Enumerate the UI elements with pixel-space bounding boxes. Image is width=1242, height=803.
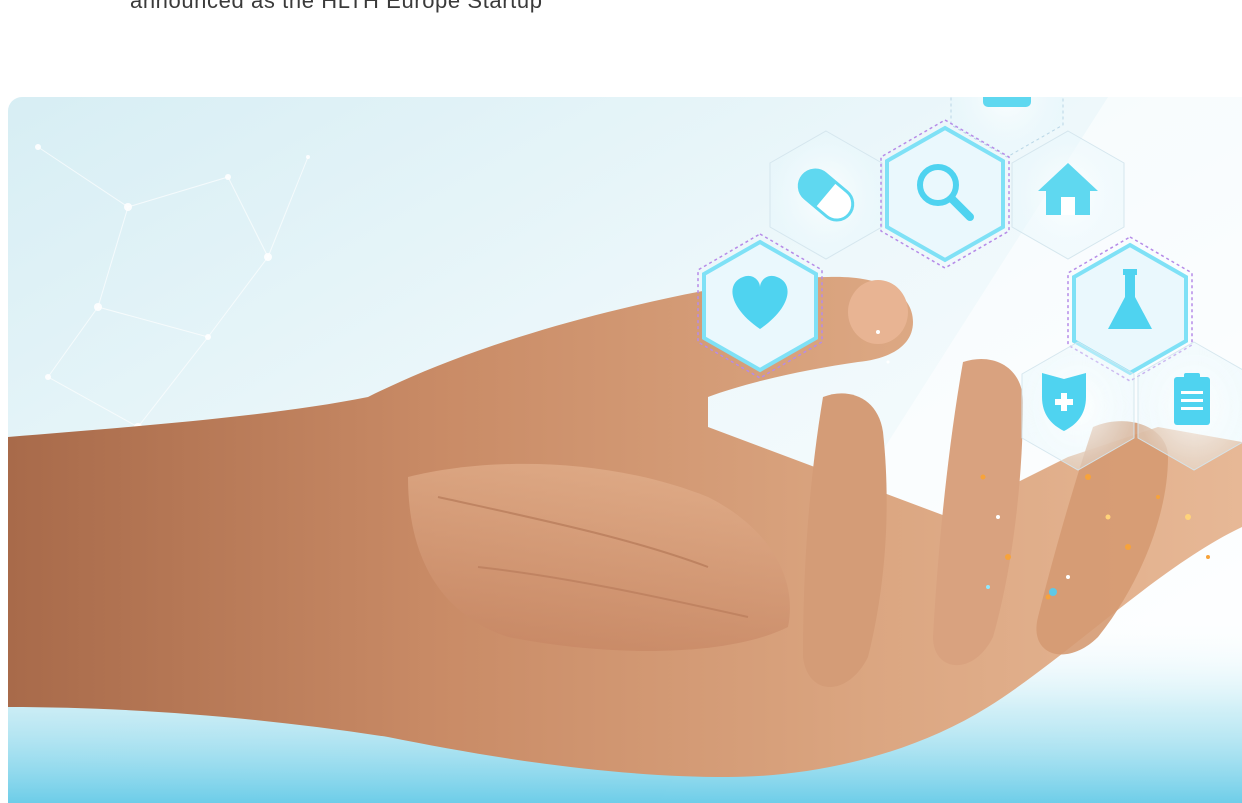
- clipboard-icon: [1174, 373, 1210, 425]
- hero-image: [8, 97, 1242, 803]
- intro-text: announced as the HLTH Europe Startup: [130, 0, 543, 13]
- first-aid-kit-icon: [983, 97, 1031, 107]
- hero-illustration: [8, 97, 1242, 803]
